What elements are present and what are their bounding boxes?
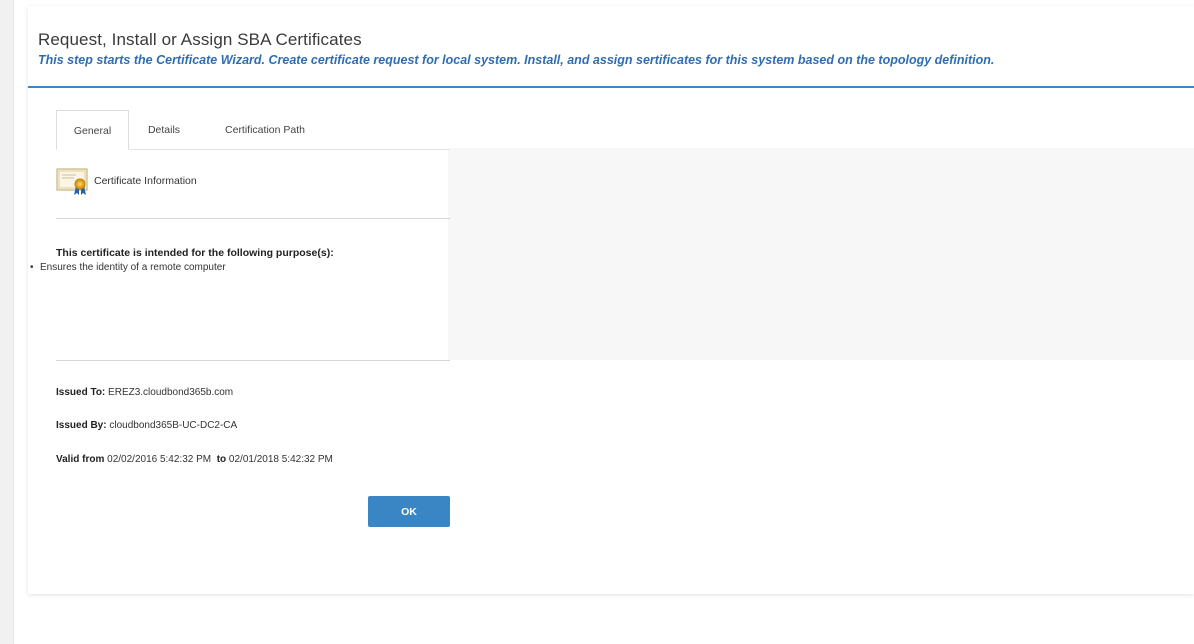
section-divider bbox=[56, 360, 450, 361]
page-title: Request, Install or Assign SBA Certifica… bbox=[38, 30, 362, 49]
left-rail bbox=[0, 0, 14, 644]
ok-button[interactable]: OK bbox=[368, 496, 450, 527]
page-subtitle: This step starts the Certificate Wizard.… bbox=[38, 53, 995, 67]
validity-row: Valid from 02/02/2016 5:42:32 PM to 02/0… bbox=[56, 454, 333, 465]
valid-to-value: 02/01/2018 5:42:32 PM bbox=[228, 454, 333, 465]
valid-from-label: Valid from bbox=[56, 454, 105, 465]
issued-by-label: Issued By: bbox=[56, 420, 107, 431]
issued-by-value: cloudbond365B-UC-DC2-CA bbox=[109, 420, 238, 431]
certificate-information-label: Certificate Information bbox=[94, 175, 197, 187]
purpose-list: Ensures the identity of a remote compute… bbox=[28, 262, 226, 273]
purpose-item: Ensures the identity of a remote compute… bbox=[28, 262, 226, 273]
panel-header: Request, Install or Assign SBA Certifica… bbox=[38, 30, 1194, 67]
certificate-tabs: General Details Certification Path bbox=[56, 110, 450, 150]
certificate-wizard-panel: Request, Install or Assign SBA Certifica… bbox=[28, 6, 1194, 594]
issued-to-row: Issued To: EREZ3.cloudbond365b.com bbox=[56, 387, 233, 398]
issued-to-label: Issued To: bbox=[56, 387, 106, 398]
valid-to-label: to bbox=[216, 454, 227, 465]
content-background bbox=[448, 148, 1194, 360]
purpose-heading: This certificate is intended for the fol… bbox=[56, 247, 334, 259]
certificate-icon bbox=[56, 166, 90, 196]
issued-by-row: Issued By: cloudbond365B-UC-DC2-CA bbox=[56, 420, 237, 431]
header-divider bbox=[28, 86, 1194, 88]
issued-to-value: EREZ3.cloudbond365b.com bbox=[108, 387, 234, 398]
tab-general[interactable]: General bbox=[56, 110, 129, 150]
certificate-information-header: Certificate Information bbox=[56, 166, 450, 200]
tab-certification-path[interactable]: Certification Path bbox=[200, 110, 330, 150]
valid-from-value: 02/02/2016 5:42:32 PM bbox=[107, 454, 212, 465]
tab-details[interactable]: Details bbox=[136, 110, 192, 150]
section-divider bbox=[56, 218, 450, 219]
